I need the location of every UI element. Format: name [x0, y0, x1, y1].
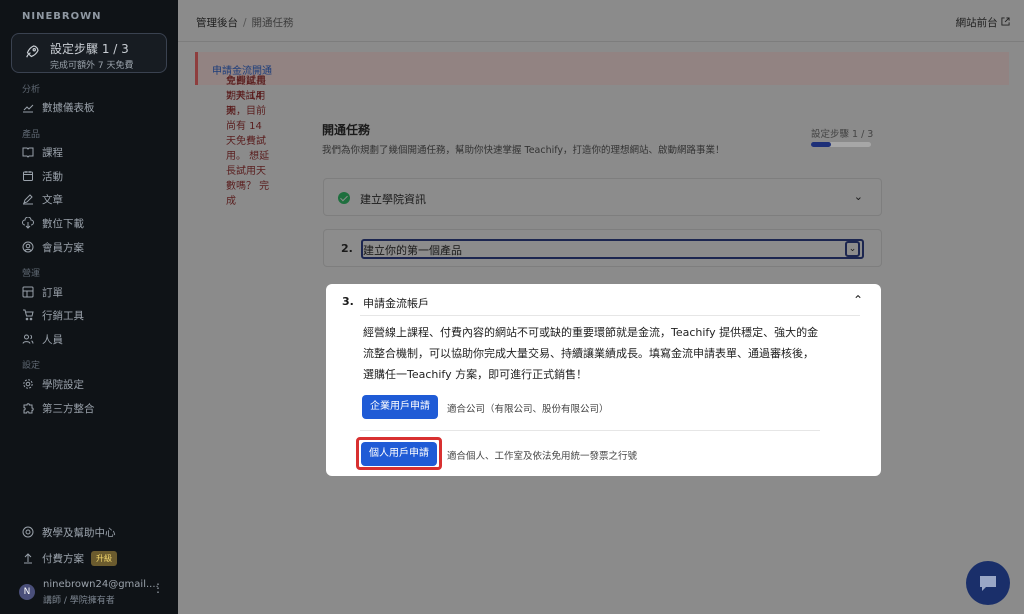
- divider: [360, 315, 860, 316]
- chevron-up-icon[interactable]: ⌃: [853, 293, 863, 307]
- page-subtitle: 我們為你規劃了幾個開通任務，幫助你快速掌握 Teachify，打造你的理想網站、…: [322, 145, 725, 156]
- trial-alert-banner: 免費試用期共 14 天，目前尚有 14 天免費試用。 想延長試用天數嗎？ 完成申…: [195, 52, 1009, 207]
- business-apply-note: 適合公司（有限公司、股份有限公司）: [447, 404, 609, 415]
- chat-button[interactable]: [966, 561, 1010, 605]
- personal-apply-note: 適合個人、工作室及依法免用統一發票之行號: [447, 451, 638, 462]
- section-settings: 設定: [22, 361, 41, 371]
- task-label: 申請金流帳戶: [363, 297, 429, 310]
- front-site-link[interactable]: 網站前台: [956, 15, 1010, 30]
- sidebar-item-people[interactable]: 人員: [22, 330, 63, 348]
- users-icon: [22, 334, 34, 344]
- sidebar-item-label: 活動: [42, 170, 63, 183]
- sidebar-item-label: 人員: [42, 333, 63, 346]
- task-focus-outline[interactable]: 建立你的第一個產品 ⌄: [361, 239, 864, 259]
- chevron-down-icon[interactable]: ⌄: [854, 190, 863, 203]
- section-analytics: 分析: [22, 85, 41, 95]
- pencil-icon: [23, 194, 33, 205]
- front-site-label: 網站前台: [955, 17, 998, 29]
- task-number: 3.: [342, 295, 354, 308]
- sidebar-item-events[interactable]: 活動: [22, 167, 63, 185]
- breadcrumb-separator: /: [243, 17, 247, 29]
- task-first-product[interactable]: 2. 建立你的第一個產品 ⌄: [323, 229, 882, 267]
- sidebar-item-membership[interactable]: 會員方案: [22, 238, 84, 256]
- sidebar-item-articles[interactable]: 文章: [22, 190, 63, 208]
- sidebar-item-label: 行銷工具: [42, 309, 84, 322]
- setup-subtitle: 完成可額外 7 天免費: [50, 61, 134, 71]
- sidebar-item-plan[interactable]: 付費方案 升級: [22, 549, 117, 567]
- sidebar-item-label: 文章: [42, 193, 63, 206]
- upload-arrow-icon: [24, 553, 32, 564]
- brand-logo: NINEBROWN: [22, 11, 102, 22]
- breadcrumb-current: 開通任務: [251, 17, 294, 29]
- step-label: 設定步驟 1 / 3: [811, 129, 874, 140]
- cloud-download-icon: [22, 217, 34, 229]
- cart-icon: [23, 309, 34, 321]
- trial-alert-text: 免費試用期共 14 天，目前尚有 14 天免費試用。 想延長試用天數嗎？ 完成申…: [212, 62, 272, 207]
- user-email: ninebrown24@gmail....: [43, 579, 159, 590]
- task-number: 2.: [341, 242, 353, 255]
- rocket-icon: [26, 45, 39, 58]
- divider: [360, 430, 820, 431]
- business-apply-button[interactable]: 企業用戶申請: [362, 395, 438, 419]
- puzzle-icon: [23, 403, 34, 414]
- help-circle-icon: [22, 526, 34, 538]
- sidebar-item-dashboard[interactable]: 數據儀表板: [22, 98, 95, 116]
- sidebar-item-courses[interactable]: 課程: [22, 143, 63, 161]
- sidebar-item-marketing[interactable]: 行銷工具: [22, 306, 84, 324]
- sidebar-item-help[interactable]: 教學及幫助中心: [22, 523, 116, 541]
- chat-bubble-icon: [980, 576, 996, 591]
- setup-title: 設定步驟 1 / 3: [50, 42, 129, 56]
- task-academy-info[interactable]: 建立學院資訊 ⌄: [323, 178, 882, 216]
- upgrade-badge[interactable]: 升級: [91, 550, 117, 566]
- section-manage: 營運: [22, 269, 41, 279]
- chevron-down-icon[interactable]: ⌄: [845, 241, 860, 257]
- orders-icon: [22, 286, 34, 298]
- step-progress-fill: [811, 142, 831, 147]
- sidebar-item-label: 訂單: [42, 286, 63, 299]
- user-profile[interactable]: N ninebrown24@gmail.... 講師 / 學院擁有者 ⋮: [19, 577, 169, 607]
- task-label: 建立你的第一個產品: [363, 244, 462, 257]
- step-progress-bar: [811, 142, 871, 147]
- gear-icon: [23, 379, 33, 389]
- book-icon: [22, 147, 34, 158]
- sidebar-item-integrations[interactable]: 第三方整合: [22, 399, 95, 417]
- page-title: 開通任務: [322, 123, 371, 137]
- check-circle-icon: [338, 192, 350, 204]
- user-role: 講師 / 學院擁有者: [43, 596, 115, 606]
- personal-apply-button[interactable]: 個人用戶申請: [361, 442, 437, 466]
- breadcrumb: 管理後台 / 開通任務: [196, 15, 294, 30]
- sidebar-item-label: 第三方整合: [42, 402, 95, 415]
- breadcrumb-home[interactable]: 管理後台: [196, 17, 238, 29]
- topbar: 管理後台 / 開通任務 網站前台: [178, 0, 1024, 42]
- alert-text-after: 立即延長 7 天試用期: [226, 76, 266, 117]
- sidebar-item-label: 課程: [42, 146, 63, 159]
- more-vertical-icon[interactable]: ⋮: [152, 581, 164, 595]
- sidebar-item-label: 會員方案: [42, 241, 84, 254]
- sidebar-item-label: 學院設定: [42, 378, 84, 391]
- sidebar-item-label: 數位下載: [42, 217, 84, 230]
- sidebar-item-label: 教學及幫助中心: [42, 526, 116, 539]
- avatar: N: [19, 584, 35, 600]
- section-products: 產品: [22, 130, 41, 140]
- task-payment-account: 3. 申請金流帳戶 ⌃ 經營線上課程、付費內容的網站不可或缺的重要環節就是金流，…: [326, 284, 881, 476]
- sidebar-item-orders[interactable]: 訂單: [22, 283, 63, 301]
- sidebar-item-label: 付費方案: [42, 552, 84, 565]
- chart-icon: [23, 104, 34, 113]
- payment-description: 經營線上課程、付費內容的網站不可或缺的重要環節就是金流，Teachify 提供穩…: [363, 326, 819, 381]
- calendar-icon: [23, 171, 33, 181]
- setup-progress-card[interactable]: 設定步驟 1 / 3 完成可額外 7 天免費: [11, 33, 167, 73]
- sidebar-item-academy-settings[interactable]: 學院設定: [22, 375, 84, 393]
- member-badge-icon: [22, 241, 34, 253]
- sidebar-item-label: 數據儀表板: [42, 101, 95, 114]
- sidebar-item-downloads[interactable]: 數位下載: [22, 214, 84, 232]
- task-label: 建立學院資訊: [360, 193, 426, 206]
- sidebar: NINEBROWN 設定步驟 1 / 3 完成可額外 7 天免費 分析 數據儀表…: [0, 0, 178, 614]
- external-link-icon: [1001, 17, 1010, 26]
